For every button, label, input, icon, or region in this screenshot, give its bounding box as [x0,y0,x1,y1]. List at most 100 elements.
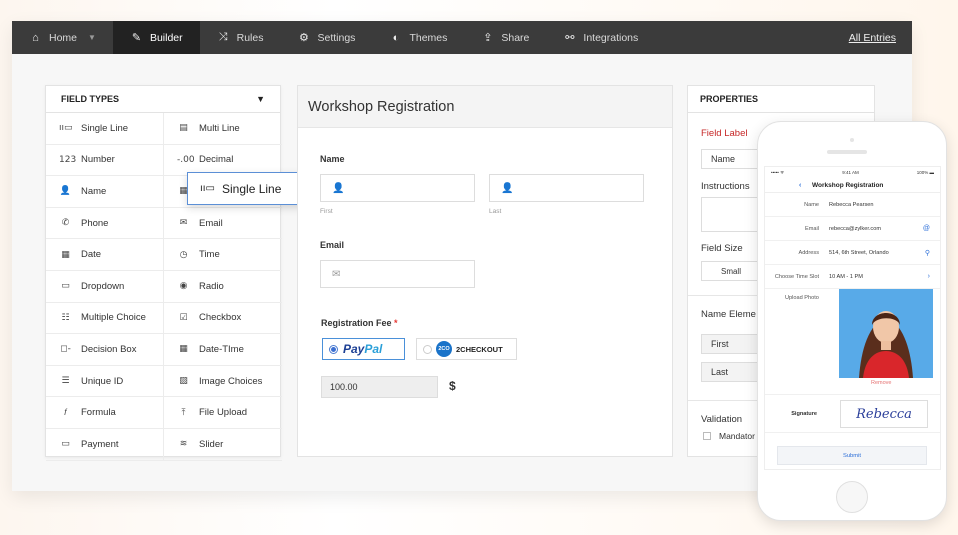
decision-box-icon: ◻- [60,344,71,355]
phone-status-bar: ••••• ᯤ 9:41 AM 100% ▬ [771,169,934,176]
tab-themes[interactable]: ◐ Themes [372,21,464,54]
field-type-multi-line[interactable]: ▤ Multi Line [164,113,282,145]
dropdown-icon: ▭ [61,281,70,292]
field-type-label: Checkbox [199,312,242,324]
chevron-down-icon: ▼ [88,33,96,42]
tab-integrations[interactable]: ⚯ Integrations [546,21,655,54]
multi-line-icon: ▤ [179,123,188,134]
field-type-date[interactable]: ▦ Date [46,239,164,271]
form-title[interactable]: Workshop Registration [298,86,672,128]
field-type-payment[interactable]: ▭ Payment [46,428,164,461]
mandatory-checkbox[interactable] [703,432,711,440]
field-type-file-upload[interactable]: ⤒ File Upload [164,397,282,429]
field-type-multiple-choice[interactable]: ☷ Multiple Choice [46,302,164,335]
field-label-input[interactable]: Name [701,149,761,169]
decimal-icon: -.00 [177,154,195,165]
phone-row-icon: ⚲ [924,249,930,257]
size-small-option[interactable]: Small [701,261,761,281]
caret-down-icon: ▼ [256,94,265,104]
top-nav-bar: ⌂ Home ▼ ✎ Builder ⤨ Rules ⚙ Settings ◐ … [12,21,912,54]
all-entries-link[interactable]: All Entries [849,32,896,44]
twocheckout-option[interactable]: 2CO 2CHECKOUT [416,338,517,360]
signature-pad[interactable]: Rebecca [840,400,928,428]
phone-row-label: Choose Time Slot [774,273,819,280]
formula-icon: 𝑓 [64,407,67,418]
phone-speaker [827,150,867,154]
phone-form-header: ‹ Workshop Registration [765,178,940,193]
person-icon: 👤 [332,182,345,194]
field-types-panel: FIELD TYPES ▼ ıı▭ Single Line ▤ Multi Line 1… [45,85,282,461]
registration-fee-label: Registration Fee * [321,318,398,328]
last-name-input[interactable]: 👤 [489,174,644,202]
phone-row-email[interactable]: Email rebecca@zylker.com @ [765,217,940,241]
phone-row-address[interactable]: Address 514, 6th Street, Orlando ⚲ [765,241,940,265]
field-type-phone[interactable]: ✆ Phone [46,207,164,240]
settings-icon: ⚙ [299,32,309,44]
phone-row-icon: › [927,273,930,280]
phone-row-name[interactable]: Name Rebecca Pearsen [765,193,940,217]
field-type-radio[interactable]: ◉ Radio [164,271,282,303]
first-name-input[interactable]: 👤 [320,174,475,202]
field-type-label: Name [81,185,107,197]
field-type-time[interactable]: ◷ Time [164,239,282,271]
multiple-choice-icon: ☷ [61,312,70,323]
field-type-checkbox[interactable]: ☑ Checkbox [164,303,282,335]
field-type-label: Formula [81,407,116,419]
person-icon: 👤 [59,186,72,197]
uploaded-photo[interactable] [839,289,933,378]
date-time-icon: ▦ [179,344,188,355]
upload-icon: ⤒ [181,407,186,418]
field-type-number[interactable]: 123 Number [46,144,164,177]
email-input[interactable]: ✉ [320,260,475,288]
field-type-image-choices[interactable]: ▨ Image Choices [164,366,282,398]
field-type-label: Phone [81,217,109,229]
phone-row-label: Email [805,225,819,232]
field-type-email[interactable]: ✉ Email [164,208,282,240]
tab-share[interactable]: ⇪ Share [464,21,546,54]
field-type-date-time[interactable]: ▦ Date-TIme [164,334,282,366]
radio-unselected[interactable] [423,344,432,354]
field-type-decision-box[interactable]: ◻- Decision Box [46,334,164,366]
person-icon: 👤 [501,182,514,194]
phone-row-label: Address [798,249,819,256]
tab-home[interactable]: ⌂ Home ▼ [12,21,113,54]
field-type-formula[interactable]: 𝑓 Formula [46,397,164,429]
field-type-single-line[interactable]: ıı▭ Single Line [46,113,164,145]
remove-photo-link[interactable]: Remove [871,380,891,386]
tab-builder[interactable]: ✎ Builder [112,21,200,54]
envelope-icon: ✉ [332,268,341,280]
name-element-last[interactable]: Last [701,362,761,382]
field-type-unique-id[interactable]: ☰ Unique ID [46,365,164,398]
plug-icon: ⚯ [565,32,575,44]
field-type-name[interactable]: 👤 Name [46,176,164,208]
field-type-label: Dropdown [81,280,125,292]
name-element-first[interactable]: First [701,334,761,354]
twocheckout-logo-icon: 2CO [436,341,452,357]
field-type-label: File Upload [199,407,248,419]
field-type-slider[interactable]: ≋ Slider [164,429,282,461]
number-icon: 123 [59,154,77,165]
last-sublabel: Last [489,208,502,215]
phone-row-label: Name [804,201,819,208]
currency-symbol: $ [449,379,456,393]
field-size-heading: Field Size [701,243,743,254]
field-type-label: Time [199,249,220,261]
field-type-label: Multiple Choice [81,312,146,324]
radio-selected[interactable] [329,344,338,354]
phone-row-choose-time-slot[interactable]: Choose Time Slot 10 AM - 1 PM › [765,265,940,289]
phone-row-value: 514, 6th Street, Orlando [829,249,889,256]
palette-icon: ◐ [392,31,400,44]
back-chevron-icon[interactable]: ‹ [799,182,801,189]
tab-settings[interactable]: ⚙ Settings [280,21,372,54]
tab-rules[interactable]: ⤨ Rules [200,21,281,54]
field-types-header[interactable]: FIELD TYPES ▼ [46,86,280,113]
amount-field[interactable]: 100.00 [321,376,438,398]
email-field-label: Email [320,240,345,250]
dragged-field-single-line[interactable]: ıı▭ Single Line [187,172,311,205]
instructions-textarea[interactable] [701,197,761,232]
submit-button[interactable]: Submit [777,446,927,465]
name-field-label: Name [320,154,345,164]
field-type-label: Unique ID [81,375,124,387]
field-type-dropdown[interactable]: ▭ Dropdown [46,270,164,303]
paypal-option[interactable]: PayPal [322,338,405,360]
